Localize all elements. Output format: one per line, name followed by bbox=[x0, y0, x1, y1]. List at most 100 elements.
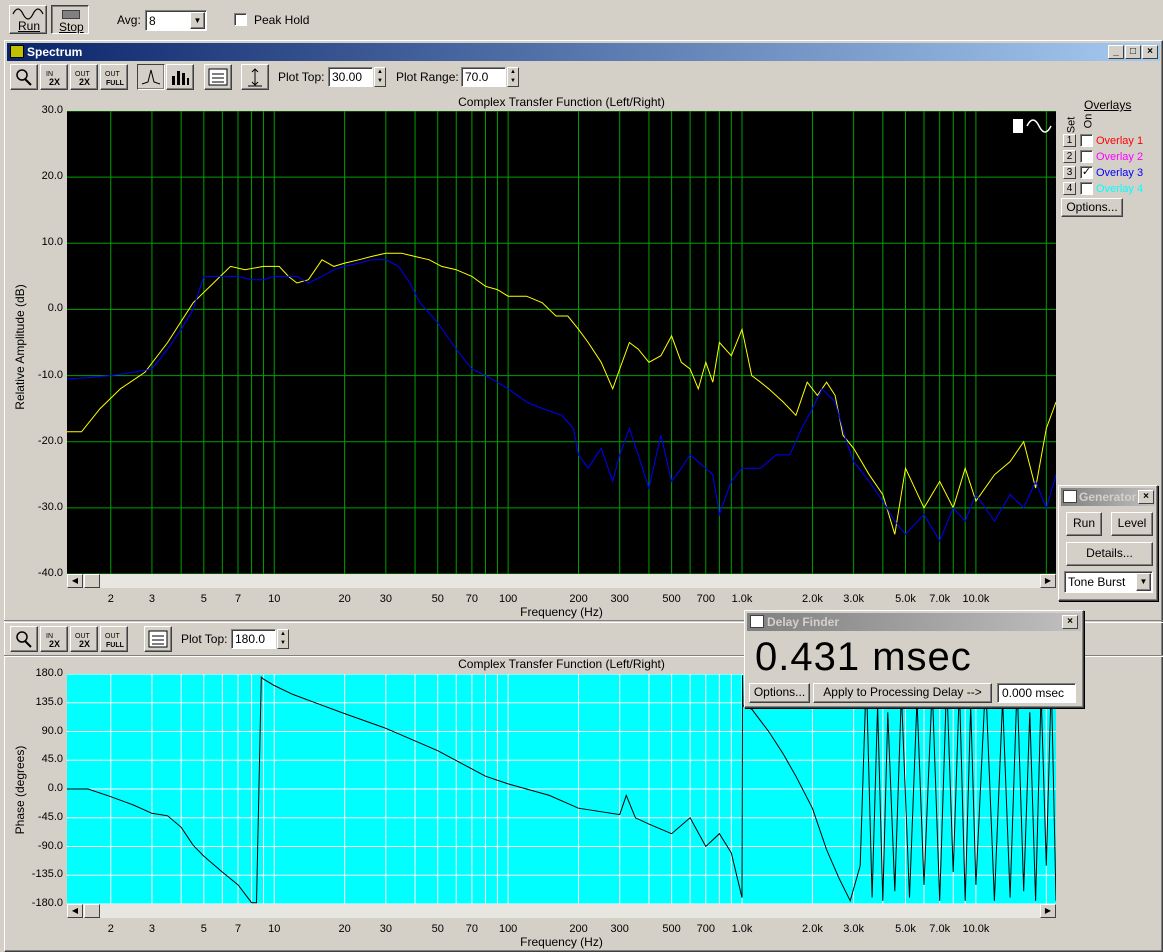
delay-finder-title: Delay Finder bbox=[767, 615, 840, 629]
x-tick-label: 50 bbox=[431, 923, 444, 935]
maximize-button[interactable]: □ bbox=[1125, 45, 1141, 59]
generator-signal-select[interactable]: Tone Burst ▼ bbox=[1064, 571, 1153, 593]
phase-zoom-in-2x-icon[interactable]: IN 2X bbox=[40, 626, 68, 652]
x-tick-label: 70 bbox=[465, 593, 479, 605]
x-tick-label: 100 bbox=[498, 923, 518, 935]
x-tick-label: 3 bbox=[148, 593, 155, 605]
x-tick-label: 7 bbox=[234, 593, 242, 605]
plot-top-spinner[interactable]: ▲ ▼ bbox=[374, 67, 386, 87]
generator-run-button[interactable]: Run bbox=[1066, 512, 1102, 536]
spectrum-scrollbar[interactable]: ◀ ▶ bbox=[67, 574, 1056, 588]
generator-close-button[interactable]: × bbox=[1138, 490, 1154, 504]
processing-delay-input[interactable]: 0.000 msec bbox=[997, 683, 1076, 703]
y-tick-label: 0.0 bbox=[47, 302, 63, 315]
spectrum-y-axis-label: Relative Amplitude (dB) bbox=[13, 284, 27, 410]
overlay-set-button[interactable]: 4 bbox=[1063, 182, 1076, 195]
spectrum-titlebar: Spectrum _ □ × bbox=[7, 43, 1160, 61]
zoom-in-2x-icon[interactable]: IN 2X bbox=[40, 64, 68, 90]
x-tick-label: 10 bbox=[268, 923, 281, 935]
plot-top-input[interactable]: 30.00 bbox=[328, 67, 373, 87]
phase-scroll-thumb[interactable] bbox=[84, 904, 100, 918]
delay-finder-close-button[interactable]: × bbox=[1062, 615, 1078, 629]
overlay-checkbox[interactable] bbox=[1080, 182, 1093, 195]
y-tick-label: 135.0 bbox=[35, 695, 63, 708]
x-tick-label: 50 bbox=[431, 593, 444, 605]
line-graph-icon[interactable] bbox=[137, 64, 165, 90]
x-tick-label: 300 bbox=[610, 593, 629, 605]
x-tick-label: 7.0k bbox=[929, 923, 951, 935]
x-tick-label: 70 bbox=[465, 923, 479, 935]
svg-text:2X: 2X bbox=[49, 77, 60, 87]
stop-button[interactable]: Stop bbox=[51, 5, 89, 34]
overlay-set-button[interactable]: 3 bbox=[1063, 166, 1076, 179]
overlay-options-button[interactable]: Options... bbox=[1061, 198, 1123, 217]
x-tick-label: 500 bbox=[662, 923, 681, 935]
zoom-out-2x-icon[interactable]: OUT 2X bbox=[70, 64, 98, 90]
stop-icon bbox=[62, 10, 80, 19]
overlays-title: Overlays bbox=[1084, 98, 1132, 112]
svg-text:FULL: FULL bbox=[106, 642, 125, 649]
bar-graph-icon[interactable] bbox=[166, 64, 194, 90]
legend-icon[interactable] bbox=[204, 64, 232, 90]
x-tick-label: 300 bbox=[610, 923, 629, 935]
chevron-down-icon[interactable]: ▼ bbox=[190, 12, 205, 29]
y-tick-label: -20.0 bbox=[37, 434, 63, 447]
svg-text:2X: 2X bbox=[49, 639, 60, 649]
y-tick-label: -40.0 bbox=[37, 567, 63, 579]
generator-details-button[interactable]: Details... bbox=[1066, 542, 1153, 566]
x-tick-label: 700 bbox=[696, 593, 715, 605]
phase-legend-icon[interactable] bbox=[144, 626, 172, 652]
phase-x-axis-label: Frequency (Hz) bbox=[520, 935, 603, 949]
phase-plot-top-spinner[interactable]: ▲ ▼ bbox=[277, 629, 289, 649]
phase-plot-top-input[interactable]: 180.0 bbox=[231, 629, 276, 649]
peak-hold-label: Peak Hold bbox=[254, 13, 310, 27]
apply-processing-delay-button[interactable]: Apply to Processing Delay --> bbox=[813, 683, 992, 703]
y-tick-label: -135.0 bbox=[31, 868, 63, 881]
amplitude-chart[interactable] bbox=[67, 111, 1056, 574]
y-tick-label: -90.0 bbox=[37, 839, 63, 852]
generator-level-button[interactable]: Level bbox=[1111, 512, 1153, 536]
x-tick-label: 500 bbox=[662, 593, 681, 605]
phase-scroll-left-button[interactable]: ◀ bbox=[67, 904, 83, 918]
phase-zoom-out-full-icon[interactable]: OUT FULL bbox=[100, 626, 128, 652]
phase-scroll-right-button[interactable]: ▶ bbox=[1040, 904, 1056, 918]
phase-chart[interactable] bbox=[67, 674, 1056, 904]
y-tick-label: 20.0 bbox=[41, 170, 63, 183]
plot-range-input[interactable]: 70.0 bbox=[461, 67, 506, 87]
x-tick-label: 10 bbox=[268, 593, 281, 605]
y-tick-label: 180.0 bbox=[35, 667, 63, 679]
overlay-checkbox[interactable] bbox=[1080, 150, 1093, 163]
on-label: On bbox=[1082, 113, 1095, 129]
overlay-checkbox[interactable] bbox=[1080, 134, 1093, 147]
delay-options-button[interactable]: Options... bbox=[749, 683, 810, 703]
overlay-set-button[interactable]: 2 bbox=[1063, 150, 1076, 163]
y-tick-label: 90.0 bbox=[41, 724, 63, 737]
overlay-set-button[interactable]: 1 bbox=[1063, 134, 1076, 147]
scroll-thumb[interactable] bbox=[84, 574, 100, 588]
generator-chevron-down-icon[interactable]: ▼ bbox=[1136, 573, 1151, 591]
x-tick-label: 2.0k bbox=[802, 923, 823, 935]
scale-icon[interactable] bbox=[241, 64, 269, 90]
overlay-checkbox[interactable]: ✓ bbox=[1080, 166, 1093, 179]
close-button[interactable]: × bbox=[1142, 45, 1158, 59]
peak-hold-checkbox[interactable] bbox=[234, 13, 247, 26]
x-tick-label: 20 bbox=[338, 593, 351, 605]
x-tick-label: 1.0k bbox=[731, 593, 753, 605]
run-button[interactable]: Run bbox=[9, 5, 47, 34]
phase-plot-top-label: Plot Top: bbox=[181, 632, 228, 646]
overlay-label: Overlay 1 bbox=[1096, 135, 1144, 147]
zoom-icon[interactable] bbox=[10, 64, 38, 90]
plot-range-spinner[interactable]: ▲ ▼ bbox=[507, 67, 519, 87]
scroll-left-button[interactable]: ◀ bbox=[67, 574, 83, 588]
zoom-out-full-icon[interactable]: OUT FULL bbox=[100, 64, 128, 90]
phase-scrollbar[interactable]: ◀ ▶ bbox=[67, 904, 1056, 918]
minimize-button[interactable]: _ bbox=[1108, 45, 1124, 59]
x-tick-label: 30 bbox=[379, 923, 392, 935]
phase-zoom-out-2x-icon[interactable]: OUT 2X bbox=[70, 626, 98, 652]
avg-select[interactable]: 8 ▼ bbox=[145, 10, 207, 31]
phase-zoom-icon[interactable] bbox=[10, 626, 38, 652]
x-tick-label: 5.0k bbox=[895, 923, 916, 935]
scroll-right-button[interactable]: ▶ bbox=[1040, 574, 1056, 588]
avg-label: Avg: bbox=[117, 13, 141, 27]
plot-background bbox=[67, 111, 1056, 574]
